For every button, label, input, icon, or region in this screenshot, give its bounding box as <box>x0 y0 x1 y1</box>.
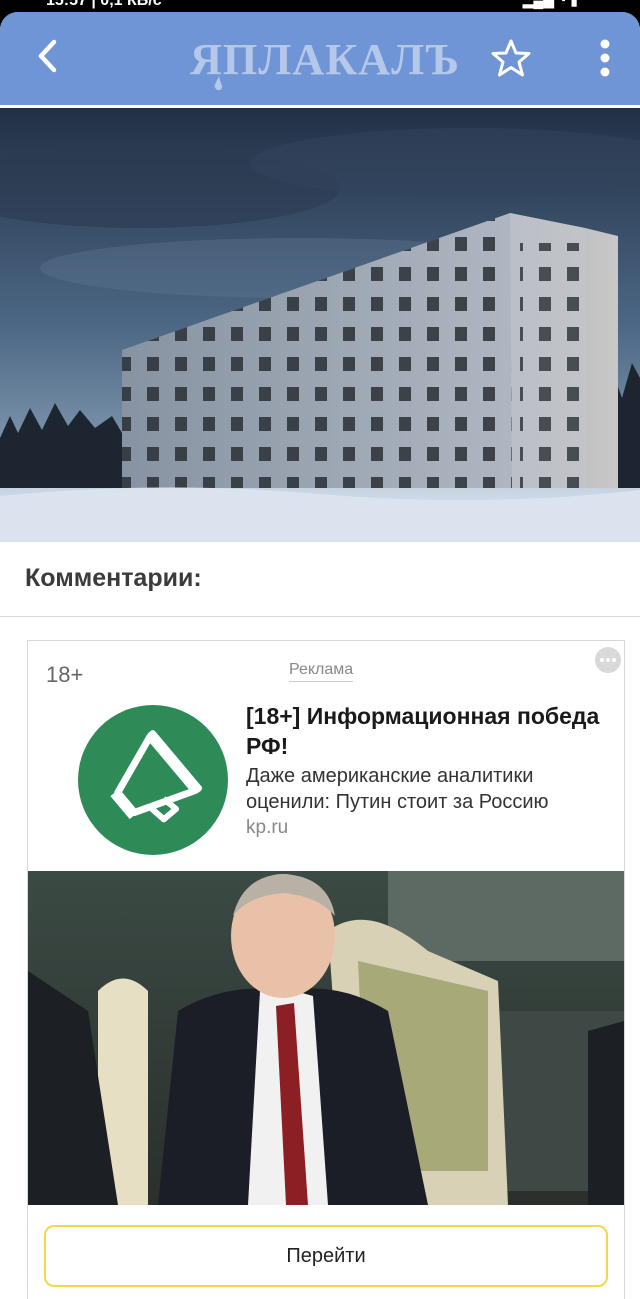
bookmark-button[interactable] <box>491 38 531 78</box>
status-bar: 15:57 | 0,1 КБ/с ▂▄▆ ◔ ▮ <box>0 0 640 12</box>
status-indicators: ▂▄▆ ◔ ▮ <box>522 0 578 8</box>
site-logo[interactable]: ЯПЛАКАЛЪ <box>183 36 468 92</box>
megaphone-icon[interactable] <box>78 705 228 855</box>
more-menu-button[interactable] <box>590 38 620 78</box>
chevron-left-icon <box>38 39 57 73</box>
ad-age-rating: 18+ <box>46 662 84 687</box>
ad-description: Даже американские аналитики оценили: Пут… <box>246 765 549 813</box>
more-horizontal-icon <box>600 658 616 662</box>
ad-card[interactable]: 18+ Реклама [18+] Информационная победа … <box>27 640 625 1299</box>
status-time: 15:57 | 0,1 КБ/с <box>46 0 162 9</box>
ad-label: Реклама <box>289 661 354 682</box>
back-button[interactable] <box>30 38 66 74</box>
ad-go-button[interactable]: Перейти <box>44 1225 608 1287</box>
ad-more-button[interactable] <box>595 647 621 673</box>
post-image[interactable] <box>0 108 640 542</box>
star-outline-icon <box>491 39 531 77</box>
ad-domain: kp.ru <box>246 817 289 838</box>
app-screen: ЯПЛАКАЛЪ Комментарии: 18+ Реклама [18+] … <box>0 12 640 1299</box>
ad-title[interactable]: [18+] Информационная победа РФ! <box>246 701 616 761</box>
ad-image[interactable] <box>28 871 624 1205</box>
app-bar: ЯПЛАКАЛЪ <box>0 12 640 105</box>
divider <box>0 616 640 617</box>
svg-text:ЯПЛАКАЛЪ: ЯПЛАКАЛЪ <box>190 36 460 84</box>
more-vertical-icon <box>600 39 610 77</box>
comments-title: Комментарии: <box>25 564 202 592</box>
